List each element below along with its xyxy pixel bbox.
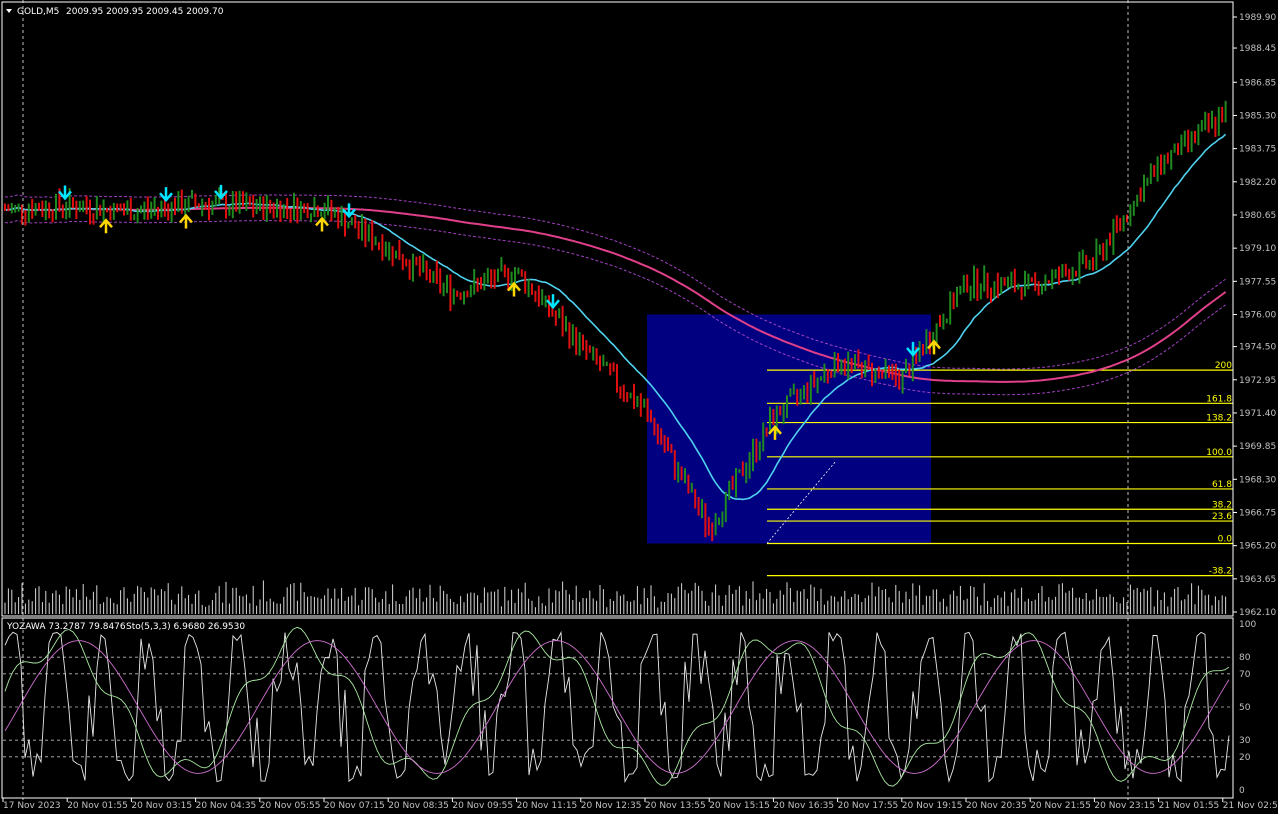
fib-level-label: 61.8 — [1212, 480, 1232, 490]
price-tick-label: 1989.90 — [1239, 13, 1276, 23]
osc-tick-label: 0 — [1239, 786, 1245, 796]
time-tick-label: 20 Nov 01:55 — [67, 801, 128, 811]
price-tick-label: 1982.20 — [1239, 178, 1276, 188]
osc-tick-label: 50 — [1239, 703, 1251, 713]
price-tick-label: 1979.10 — [1239, 244, 1276, 254]
price-tick-label: 1969.85 — [1239, 442, 1276, 452]
time-tick-label: 20 Nov 23:15 — [1094, 801, 1155, 811]
price-tick-label: 1988.45 — [1239, 44, 1276, 54]
fib-level-label: 0.0 — [1218, 535, 1233, 545]
time-tick-label: 20 Nov 19:15 — [902, 801, 963, 811]
price-tick-label: 1966.75 — [1239, 508, 1276, 518]
time-tick-label: 20 Nov 03:15 — [131, 801, 192, 811]
osc-tick-label: 100 — [1239, 620, 1256, 630]
price-tick-label: 1977.55 — [1239, 277, 1276, 287]
time-tick-label: 20 Nov 04:35 — [196, 801, 257, 811]
price-tick-label: 1963.65 — [1239, 575, 1276, 585]
osc-tick-label: 30 — [1239, 736, 1251, 746]
time-tick-label: 20 Nov 05:55 — [260, 801, 321, 811]
price-tick-label: 1971.40 — [1239, 409, 1276, 419]
price-tick-label: 1976.00 — [1239, 311, 1276, 321]
fib-level-label: 138.2 — [1206, 414, 1232, 424]
symbol-label: GOLD,M5 — [17, 7, 59, 17]
price-tick-label: 1983.75 — [1239, 145, 1276, 155]
time-tick-label: 20 Nov 12:35 — [581, 801, 642, 811]
price-tick-label: 1972.95 — [1239, 376, 1276, 386]
time-tick-label: 20 Nov 21:55 — [1030, 801, 1091, 811]
fib-level-label: 161.8 — [1206, 394, 1232, 404]
time-tick-label: 21 Nov 01:55 — [1159, 801, 1220, 811]
ohlc-label: 2009.95 2009.95 2009.45 2009.70 — [66, 7, 224, 17]
price-tick-label: 1968.30 — [1239, 475, 1276, 485]
price-tick-label: 1962.10 — [1239, 608, 1276, 618]
price-tick-label: 1974.50 — [1239, 343, 1276, 353]
oscillator-label: YOZAWA 73.2787 79.8476 — [6, 622, 126, 632]
fib-level-label: 100.0 — [1206, 448, 1232, 458]
price-tick-label: 1986.85 — [1239, 78, 1276, 88]
osc-tick-label: 80 — [1239, 653, 1251, 663]
osc-tick-label: 70 — [1239, 670, 1251, 680]
time-tick-label: 20 Nov 13:55 — [645, 801, 706, 811]
time-tick-label: 20 Nov 20:35 — [966, 801, 1027, 811]
price-tick-label: 1965.20 — [1239, 542, 1276, 552]
time-tick-label: 21 Nov 02:55 — [1223, 801, 1278, 811]
stochastic-label: Sto(5,3,3) 6.9680 26.9530 — [126, 622, 245, 632]
fib-level-label: 200 — [1215, 361, 1232, 371]
time-tick-label: 20 Nov 15:15 — [709, 801, 770, 811]
price-tick-label: 1985.30 — [1239, 111, 1276, 121]
fib-level-label: 23.6 — [1212, 512, 1232, 522]
time-tick-label: 20 Nov 17:55 — [838, 801, 899, 811]
trading-chart[interactable]: 200161.8138.2100.061.838.223.60.0-38.2 1… — [0, 0, 1278, 814]
osc-tick-label: 20 — [1239, 753, 1251, 763]
price-tick-label: 1980.65 — [1239, 211, 1276, 221]
time-tick-label: 17 Nov 2023 — [3, 801, 61, 811]
fib-level-label: 38.2 — [1212, 500, 1232, 510]
time-tick-label: 20 Nov 16:35 — [773, 801, 834, 811]
fib-level-label: -38.2 — [1209, 567, 1232, 577]
time-tick-label: 20 Nov 11:15 — [517, 801, 578, 811]
time-tick-label: 20 Nov 07:15 — [324, 801, 385, 811]
time-tick-label: 20 Nov 08:35 — [388, 801, 449, 811]
time-tick-label: 20 Nov 09:55 — [452, 801, 513, 811]
